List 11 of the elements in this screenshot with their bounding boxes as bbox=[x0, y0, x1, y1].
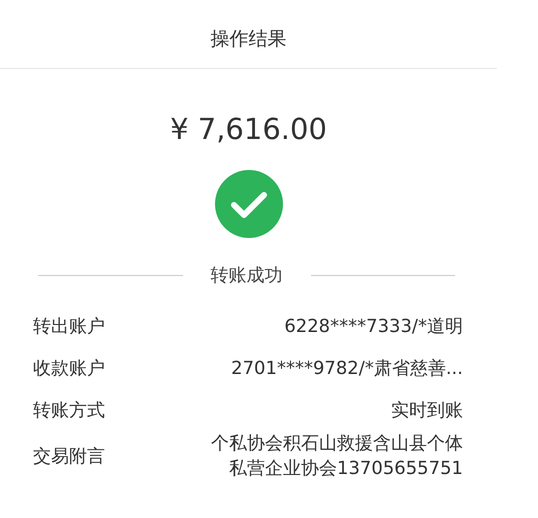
page-title: 操作结果 bbox=[210, 27, 286, 52]
detail-value: 个私协会积石山救援含山县个体 私营企业协会13705655751 bbox=[211, 432, 463, 481]
status-text: 转账成功 bbox=[210, 264, 282, 287]
detail-label: 转出账户 bbox=[33, 315, 105, 338]
amount: ¥ 7,616.00 bbox=[169, 111, 328, 147]
detail-value: 6228****7333/*道明 bbox=[284, 314, 463, 338]
detail-label: 收款账户 bbox=[33, 357, 105, 380]
detail-label: 转账方式 bbox=[33, 399, 105, 422]
detail-value: 实时到账 bbox=[391, 398, 463, 422]
detail-label: 交易附言 bbox=[33, 445, 105, 468]
detail-value: 2701****9782/*肃省慈善... bbox=[231, 356, 463, 380]
